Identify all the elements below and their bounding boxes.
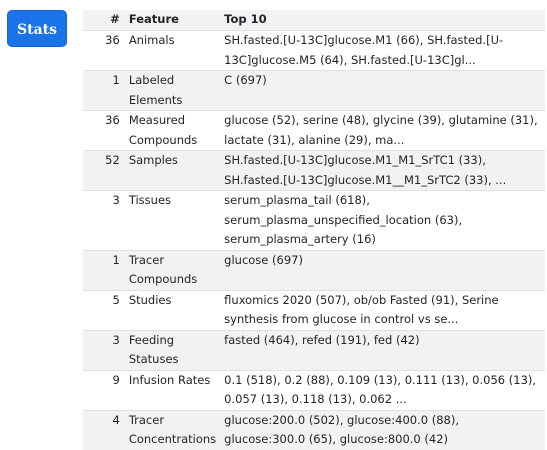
row-feature: Measured Compounds [124,110,221,151]
row-count: 9 [83,369,125,410]
row-count: 36 [83,110,125,151]
table-header-row: # Feature Top 10 [83,10,545,31]
table-row: 4 Tracer Concentrations glucose:200.0 (5… [83,409,545,450]
row-feature: Tracer Compounds [124,249,221,290]
row-count: 5 [83,289,125,330]
row-count: 1 [83,70,125,111]
row-top-values: fluxomics 2020 (507), ob/ob Fasted (91),… [220,289,545,330]
table-row: 5 Studies fluxomics 2020 (507), ob/ob Fa… [83,289,545,330]
stats-button[interactable]: Stats [7,10,67,47]
row-count: 3 [83,190,125,250]
header-top-10: Top 10 [224,12,267,27]
row-feature: Tissues [124,190,221,250]
table-row: 52 Samples SH.fasted.[U-13C]glucose.M1_M… [83,150,545,191]
row-count: 1 [83,249,125,290]
row-top-values: serum_plasma_tail (618), serum_plasma_un… [220,190,545,250]
table-row: 36 Animals SH.fasted.[U-13C]glucose.M1 (… [83,30,545,71]
row-feature: Infusion Rates [124,369,221,410]
table-row: 1 Labeled Elements C (697) [83,70,545,111]
row-count: 3 [83,329,125,370]
row-feature: Studies [124,289,221,330]
row-feature: Animals [124,30,221,71]
row-feature: Labeled Elements [124,70,221,111]
row-feature: Feeding Statuses [124,329,221,370]
row-count: 52 [83,150,125,191]
row-top-values: fasted (464), refed (191), fed (42) [220,329,545,370]
table-row: 3 Feeding Statuses fasted (464), refed (… [83,329,545,370]
table-row: 9 Infusion Rates 0.1 (518), 0.2 (88), 0.… [83,369,545,410]
row-top-values: glucose (697) [220,249,545,290]
header-count: # [110,12,120,27]
row-top-values: 0.1 (518), 0.2 (88), 0.109 (13), 0.111 (… [220,369,545,410]
row-top-values: C (697) [220,70,545,111]
header-feature: Feature [128,12,179,27]
table-row: 3 Tissues serum_plasma_tail (618), serum… [83,190,545,250]
stats-table: # Feature Top 10 36 Animals SH.fasted.[U… [83,10,545,450]
table-row: 1 Tracer Compounds glucose (697) [83,249,545,290]
row-top-values: SH.fasted.[U-13C]glucose.M1 (66), SH.fas… [220,30,545,71]
row-top-values: glucose (52), serine (48), glycine (39),… [220,110,545,151]
table-row: 36 Measured Compounds glucose (52), seri… [83,110,545,151]
row-top-values: glucose:200.0 (502), glucose:400.0 (88),… [220,409,545,450]
row-feature: Tracer Concentrations [124,409,221,450]
row-top-values: SH.fasted.[U-13C]glucose.M1_M1_SrTC1 (33… [220,150,545,191]
row-count: 4 [83,409,125,450]
row-count: 36 [83,30,125,71]
row-feature: Samples [124,150,221,191]
